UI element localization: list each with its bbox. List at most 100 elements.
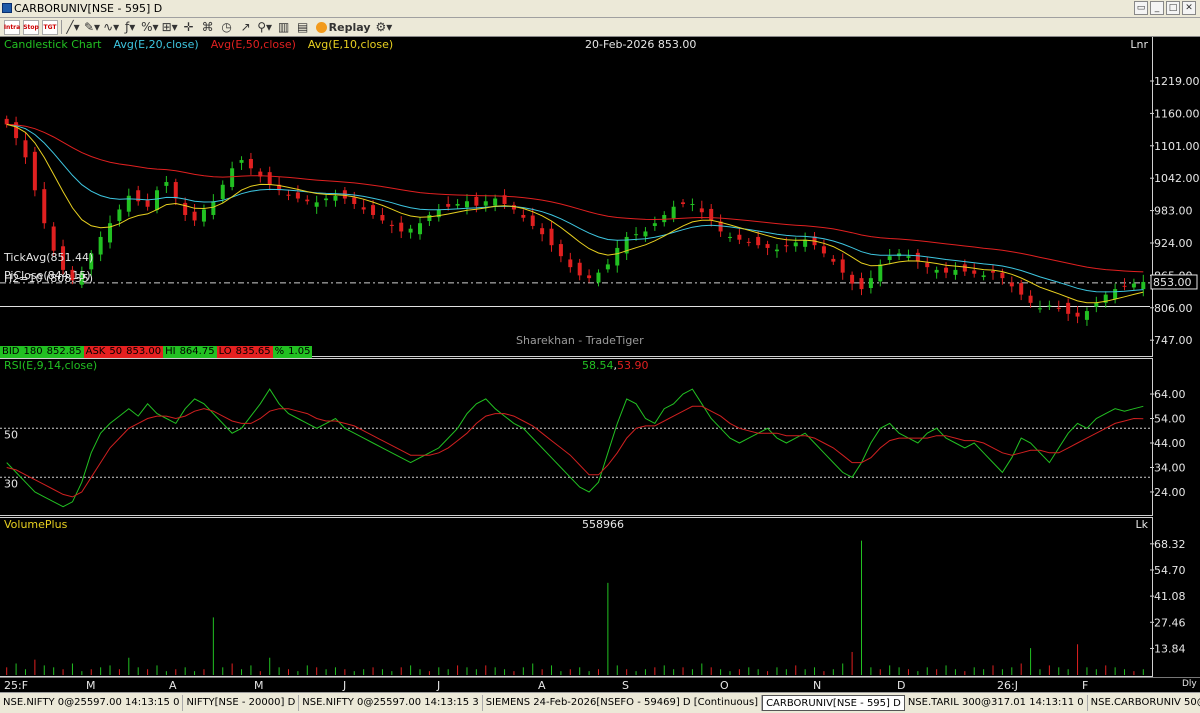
zoom-icon[interactable]: ⚲▾ (257, 20, 273, 35)
volume-pane[interactable]: 68.32 54.70 41.08 27.46 13.84 VolumePlus 558… (0, 517, 1200, 677)
pct-value: 1.05 (286, 346, 313, 358)
candle-body (699, 208, 704, 213)
volume-title[interactable]: VolumePlus (4, 518, 67, 531)
price-axis-label: 983.00 (1154, 205, 1193, 218)
candle-body (1084, 311, 1089, 320)
intraday-button[interactable]: Intra (4, 19, 20, 35)
arrow-icon[interactable]: ↗ (238, 20, 254, 35)
candle-body (98, 236, 103, 255)
window-tab[interactable]: NSE.NIFTY 0@25597.00 14:13:15 3 (299, 695, 483, 711)
clock-icon[interactable]: ◷ (219, 20, 235, 35)
candle-body (192, 211, 197, 221)
candle-body (991, 270, 996, 273)
candle-body (1009, 282, 1014, 287)
candle-body (793, 242, 798, 247)
rsi-pane[interactable]: 64.00 54.00 44.00 34.00 24.00 50 30 RSI(E,9,14… (0, 358, 1200, 516)
trend-line-icon[interactable]: ✎▾ (84, 20, 100, 35)
candle-body (305, 199, 310, 202)
crosshair-icon[interactable]: ✛ (181, 20, 197, 35)
candle-body (446, 204, 451, 207)
chart-toolbar: Intra Stop TGT ╱▾ ✎▾ ∿▾ ƒ▾ %▾ ⊞▾ ✛ ⌘ ◷ ↗… (0, 18, 1200, 37)
candle-body (483, 201, 488, 206)
rsi-series-line (6, 405, 1144, 498)
chart-type-icon[interactable]: ⊞▾ (162, 20, 178, 35)
date-axis-label: M (86, 679, 96, 692)
price-chart-pane[interactable]: 1219.00 1160.00 1101.00 1042.00 983.00 924.00… (0, 37, 1200, 357)
candle-body (267, 172, 272, 185)
indicators-icon[interactable]: ƒ▾ (122, 20, 138, 35)
close-icon[interactable]: ✕ (1182, 1, 1196, 15)
candle-body (690, 204, 695, 205)
percent-icon[interactable]: %▾ (141, 20, 158, 35)
price-axis-label: 1101.00 (1154, 140, 1200, 153)
layout-icon[interactable]: ▥ (276, 20, 292, 35)
candle-body (399, 222, 404, 232)
rsi-chart: 64.00 54.00 44.00 34.00 24.00 50 30 (0, 388, 1186, 508)
candle-body (662, 214, 667, 223)
restore-icon[interactable]: ▭ (1134, 1, 1148, 15)
candle-body (765, 244, 770, 248)
candle-body (164, 182, 169, 186)
candle-body (361, 207, 366, 210)
candle-body (549, 228, 554, 246)
candle-body (568, 259, 573, 268)
legend-ema50[interactable]: Avg(E,50,close) (211, 38, 296, 51)
rsi-title[interactable]: RSI(E,9,14,close) (4, 359, 97, 372)
ask-price: 853.00 (124, 346, 164, 358)
price-axis-label: 1219.00 (1154, 75, 1200, 88)
date-axis-label: A (538, 679, 546, 692)
date-axis: 25:F M A M J J A S O N D 26:J F Dly (0, 677, 1200, 692)
candle-body (821, 246, 826, 254)
replay-button[interactable]: Replay (314, 20, 373, 35)
volume-axis-label: 54.70 (1154, 564, 1186, 577)
hi-label: HI (163, 346, 178, 358)
candle-body (981, 275, 986, 278)
candle-body (652, 223, 657, 226)
compare-icon[interactable]: ▤ (295, 20, 311, 35)
candle-body (521, 214, 526, 218)
candle-body (183, 202, 188, 215)
candle-body (681, 202, 686, 204)
price-header-date: 20-Feb-2026 853.00 (585, 38, 697, 51)
volume-axis-label: 68.32 (1154, 538, 1186, 551)
window-tab[interactable]: SIEMENS 24-Feb-2026[NSEFO - 59469] D [Co… (483, 695, 763, 711)
target-button[interactable]: TGT (42, 19, 58, 35)
bid-price: 852.85 (44, 346, 84, 358)
window-tab[interactable]: NSE.CARBORUNIV 50@853.00 14:13:09 0 (1088, 695, 1200, 711)
settings-gear-icon[interactable]: ⚙▾ (376, 20, 393, 35)
candlestick-chart: 1219.00 1160.00 1101.00 1042.00 983.00 924.00… (0, 75, 1200, 347)
minimize-icon[interactable]: _ (1150, 1, 1164, 15)
candle-body (530, 215, 535, 226)
candle-body (427, 214, 432, 222)
candle-body (887, 256, 892, 261)
candle-body (493, 198, 498, 206)
window-tab[interactable]: NIFTY[NSE - 20000] D (183, 695, 300, 711)
candle-body (1000, 272, 1005, 279)
candle-body (352, 197, 357, 204)
window-tab[interactable]: NSE.NIFTY 0@25597.00 14:13:15 0 (0, 695, 184, 711)
maximize-icon[interactable]: □ (1166, 1, 1180, 15)
window-tab[interactable]: CARBORUNIV[NSE - 595] D (762, 695, 905, 711)
date-axis-label: 26:J (997, 679, 1018, 692)
stop-button[interactable]: Stop (23, 19, 39, 35)
date-axis-label: J (343, 679, 347, 692)
legend-ema10[interactable]: Avg(E,10,close) (308, 38, 393, 51)
candle-body (605, 264, 610, 270)
candle-body (220, 184, 225, 200)
ask-qty: 50 (107, 346, 125, 358)
candle-body (925, 262, 930, 268)
pattern-tools-icon[interactable]: ∿▾ (103, 20, 119, 35)
candle-body (464, 201, 469, 208)
candle-body (953, 269, 958, 275)
last-price-label: 853.00 (1153, 276, 1192, 289)
hi-value: 864.75 (177, 346, 217, 358)
window-tab[interactable]: NSE.TARIL 300@317.01 14:13:11 0 (905, 695, 1088, 711)
link-icon[interactable]: ⌘ (200, 20, 216, 35)
legend-ema20[interactable]: Avg(E,20,close) (113, 38, 198, 51)
replay-icon (315, 21, 327, 33)
candle-body (671, 206, 676, 219)
ema-line (6, 123, 1144, 304)
drawing-tools-icon[interactable]: ╱▾ (65, 20, 81, 35)
periodicity-label[interactable]: Dly (1182, 679, 1197, 689)
candle-body (878, 264, 883, 282)
